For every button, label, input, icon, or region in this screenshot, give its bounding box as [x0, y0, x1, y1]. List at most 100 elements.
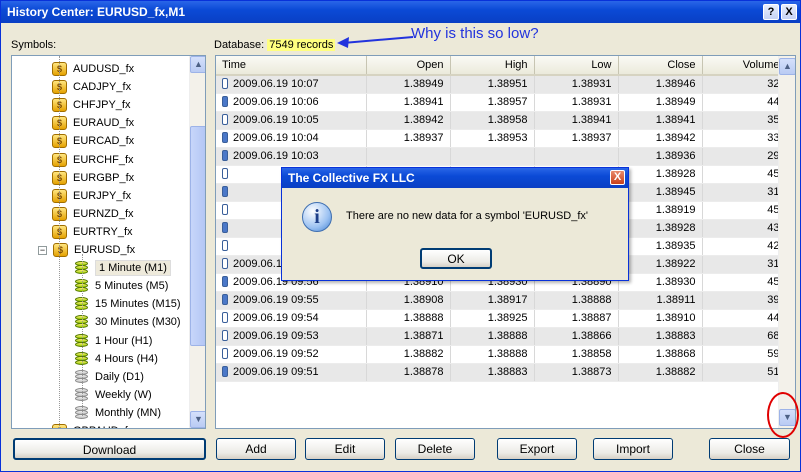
- dialog-message: There are no new data for a symbol 'EURU…: [346, 210, 589, 222]
- tree-item-eurusd-fx[interactable]: − $ EURUSD_fx: [38, 241, 136, 259]
- candle-icon: [222, 276, 228, 287]
- delete-button[interactable]: Delete: [395, 438, 475, 460]
- symbols-tree[interactable]: $ AUDUSD_fx $ CADJPY_fx $ CHFJPY_fx $ EURAUD_fx…: [11, 55, 206, 429]
- tree-scroll-down-button[interactable]: ▼: [190, 411, 205, 428]
- database-label: Database:: [214, 39, 265, 51]
- tree-item-eurnzd-fx[interactable]: $ EURNZD_fx: [52, 205, 134, 223]
- tree-item-daily-d1[interactable]: Daily (D1): [74, 368, 144, 386]
- window-close-button[interactable]: X: [781, 4, 797, 20]
- cell-close: 1.38928: [618, 219, 703, 238]
- cell-time: 2009.06.19 09:55: [216, 291, 367, 310]
- tree-item-label: Weekly (W): [95, 388, 152, 401]
- tree-item-eurgbp-fx[interactable]: $ EURGBP_fx: [52, 169, 134, 187]
- tree-scrollbar[interactable]: ▲ ▼: [189, 56, 205, 428]
- tree-item-label: EURJPY_fx: [73, 189, 132, 202]
- tree-scroll-thumb[interactable]: [190, 126, 205, 346]
- tree-item-1-minute-m1[interactable]: 1 Minute (M1): [74, 259, 171, 277]
- tree-item-cadjpy-fx[interactable]: $ CADJPY_fx: [52, 78, 131, 96]
- table-row[interactable]: 2009.06.19 10:06 1.38941 1.38957 1.38931 1.3…: [216, 93, 787, 112]
- tree-item-eurchf-fx[interactable]: $ EURCHF_fx: [52, 151, 134, 169]
- window-title: History Center: EURUSD_fx,M1: [7, 5, 186, 19]
- tree-item-gbpaud-fx[interactable]: $GBPAUD_fx: [52, 422, 133, 428]
- export-button[interactable]: Export: [497, 438, 577, 460]
- tree-item-1-hour-h1[interactable]: 1 Hour (H1): [74, 332, 152, 350]
- cell-time-text: 2009.06.19 10:06: [233, 96, 319, 108]
- tree-scroll-up-button[interactable]: ▲: [190, 56, 205, 73]
- cell-close: 1.38930: [618, 273, 703, 292]
- tree-item-eurtry-fx[interactable]: $ EURTRY_fx: [52, 223, 133, 241]
- table-row[interactable]: 2009.06.19 09:51 1.38878 1.38883 1.38873 1.3…: [216, 363, 787, 382]
- title-bar: History Center: EURUSD_fx,M1 ? X: [1, 1, 800, 23]
- table-row[interactable]: 2009.06.19 09:53 1.38871 1.38888 1.38866 1.3…: [216, 327, 787, 346]
- column-header-close[interactable]: Close: [618, 56, 703, 76]
- download-button[interactable]: Download: [13, 438, 206, 460]
- tree-item-label: GBPAUD_fx: [73, 425, 133, 428]
- tree-item-euraud-fx[interactable]: $ EURAUD_fx: [52, 114, 134, 132]
- cell-open: 1.38878: [366, 363, 451, 382]
- cell-close: 1.38922: [618, 255, 703, 274]
- column-header-high[interactable]: High: [450, 56, 535, 76]
- table-row[interactable]: 2009.06.19 10:05 1.38942 1.38958 1.38941 1.3…: [216, 111, 787, 130]
- cell-time: 2009.06.19 10:07: [216, 75, 367, 94]
- cell-volume: 51: [702, 363, 787, 382]
- close-button[interactable]: Close: [709, 438, 790, 460]
- tree-item-eurcad-fx[interactable]: $ EURCAD_fx: [52, 132, 134, 150]
- cell-high: 1.38925: [450, 309, 535, 328]
- table-row[interactable]: 2009.06.19 09:52 1.38882 1.38888 1.38858 1.3…: [216, 345, 787, 364]
- tree-item-label: EURNZD_fx: [73, 207, 134, 220]
- table-row[interactable]: 2009.06.19 10:03 1.38936 29: [216, 147, 787, 166]
- column-header-open[interactable]: Open: [366, 56, 451, 76]
- grid-scrollbar[interactable]: ▲ ▼: [778, 56, 795, 428]
- table-row[interactable]: 2009.06.19 10:04 1.38937 1.38953 1.38937 1.3…: [216, 129, 787, 148]
- cell-open: 1.38908: [366, 291, 451, 310]
- tree-item-audusd-fx[interactable]: $ AUDUSD_fx: [52, 60, 134, 78]
- cell-volume: 59: [702, 345, 787, 364]
- cell-close: 1.38935: [618, 237, 703, 256]
- column-header-time[interactable]: Time: [216, 56, 367, 76]
- cell-open: 1.38941: [366, 93, 451, 112]
- table-row[interactable]: 2009.06.19 09:55 1.38908 1.38917 1.38888 1.3…: [216, 291, 787, 310]
- dialog-title: The Collective FX LLC: [288, 171, 415, 185]
- tree-item-15-minutes-m15[interactable]: 15 Minutes (M15): [74, 295, 181, 313]
- tree-item-weekly-w[interactable]: Weekly (W): [74, 386, 152, 404]
- cell-high: 1.38953: [450, 129, 535, 148]
- cell-open: 1.38882: [366, 345, 451, 364]
- annotation-arrow: [337, 36, 414, 48]
- tree-item-30-minutes-m30[interactable]: 30 Minutes (M30): [74, 313, 181, 331]
- tree-item-5-minutes-m5[interactable]: 5 Minutes (M5): [74, 277, 168, 295]
- cell-high: 1.38888: [450, 327, 535, 346]
- annotation-red-circle: [767, 392, 799, 438]
- import-button[interactable]: Import: [593, 438, 673, 460]
- tree-item-label: 30 Minutes (M30): [95, 316, 181, 329]
- candle-icon: [222, 132, 228, 143]
- cell-volume: 39: [702, 291, 787, 310]
- ok-button[interactable]: OK: [420, 248, 492, 269]
- cell-close: 1.38868: [618, 345, 703, 364]
- table-row[interactable]: 2009.06.19 09:54 1.38888 1.38925 1.38887 1.3…: [216, 309, 787, 328]
- coin-icon: $: [53, 243, 68, 257]
- tree-item-label: CHFJPY_fx: [73, 99, 131, 112]
- help-button[interactable]: ?: [763, 4, 779, 20]
- dialog-title-bar: The Collective FX LLC X: [282, 168, 628, 188]
- collapse-toggle-icon[interactable]: −: [38, 245, 47, 255]
- dialog-close-button[interactable]: X: [610, 170, 625, 185]
- cell-high: 1.38888: [450, 345, 535, 364]
- tree-item-chfjpy-fx[interactable]: $ CHFJPY_fx: [52, 96, 130, 114]
- annotation-text: Why is this so low?: [411, 25, 539, 42]
- cell-high: 1.38883: [450, 363, 535, 382]
- tree-item-eurjpy-fx[interactable]: $ EURJPY_fx: [52, 187, 131, 205]
- column-header-volume[interactable]: Volume: [702, 56, 787, 76]
- cell-close: 1.38946: [618, 75, 703, 94]
- column-header-low[interactable]: Low: [534, 56, 619, 76]
- edit-button[interactable]: Edit: [305, 438, 385, 460]
- table-row[interactable]: 2009.06.19 10:07 1.38949 1.38951 1.38931 1.3…: [216, 75, 787, 94]
- tree-item-4-hours-h4[interactable]: 4 Hours (H4): [74, 350, 158, 368]
- cell-volume: 31: [702, 255, 787, 274]
- cell-volume: 44: [702, 309, 787, 328]
- cell-close: 1.38928: [618, 165, 703, 184]
- grid-scroll-up-button[interactable]: ▲: [779, 58, 795, 75]
- add-button[interactable]: Add: [216, 438, 296, 460]
- tree-item-monthly-mn[interactable]: Monthly (MN): [74, 404, 161, 422]
- candle-icon: [222, 240, 228, 251]
- tree-item-label: EURUSD_fx: [74, 244, 136, 256]
